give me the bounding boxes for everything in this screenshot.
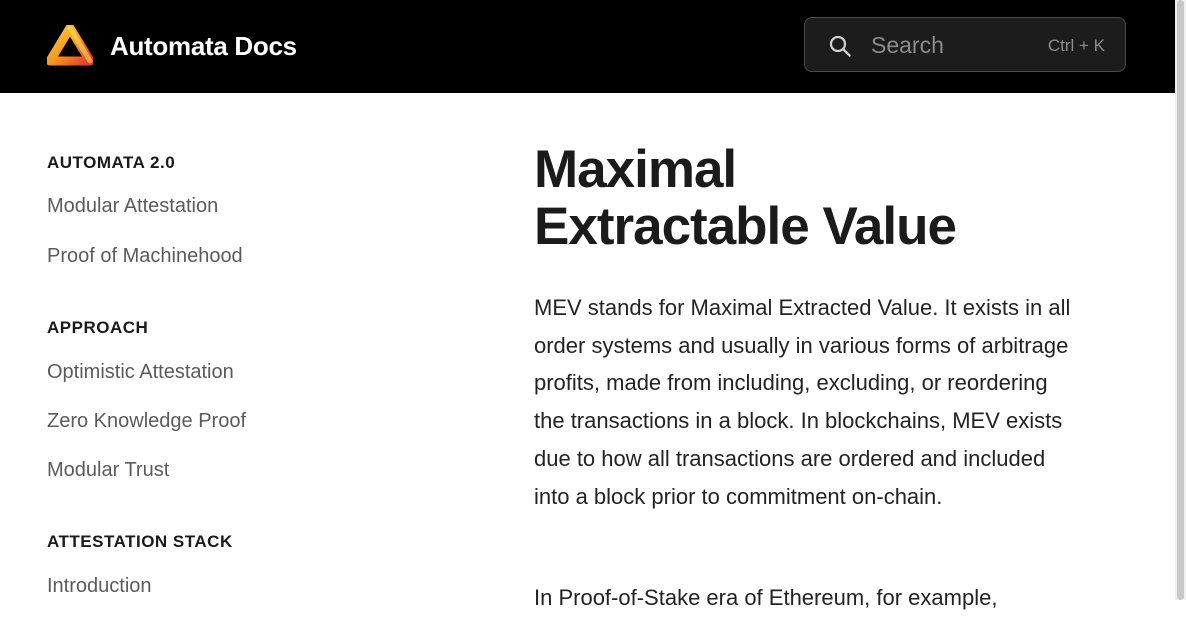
article-paragraph: In Proof-of-Stake era of Ethereum, for e… xyxy=(534,585,998,610)
section-title-automata-2: AUTOMATA 2.0 xyxy=(47,153,176,172)
page-title-line-1: Maximal xyxy=(534,140,737,199)
scrollbar-thumb[interactable] xyxy=(1177,0,1184,600)
search-icon xyxy=(829,35,851,57)
section-title-approach: APPROACH xyxy=(47,318,149,337)
sidebar-item-modular-attestation[interactable]: Modular Attestation xyxy=(47,194,218,218)
sidebar-item-proof-of-machinehood[interactable]: Proof of Machinehood xyxy=(47,244,243,268)
search-box[interactable]: Search Ctrl + K xyxy=(804,17,1126,72)
section-title-attestation-stack: ATTESTATION STACK xyxy=(47,532,233,551)
top-navbar: Automata Docs Search Ctrl + K xyxy=(0,0,1175,93)
sidebar-item-modular-trust[interactable]: Modular Trust xyxy=(47,458,169,482)
page-title-line-2: Extractable Value xyxy=(534,197,957,256)
sidebar-item-introduction[interactable]: Introduction xyxy=(47,574,152,598)
search-shortcut-hint: Ctrl + K xyxy=(1047,36,1105,55)
automata-logo-icon[interactable] xyxy=(47,25,93,67)
sidebar-item-optimistic-attestation[interactable]: Optimistic Attestation xyxy=(47,360,234,384)
page-title: Maximal Extractable Value xyxy=(534,141,1094,255)
search-placeholder: Search xyxy=(871,32,944,58)
sidebar-item-zero-knowledge-proof[interactable]: Zero Knowledge Proof xyxy=(47,409,246,433)
article-paragraph: MEV stands for Maximal Extracted Value. … xyxy=(534,295,1071,509)
site-title[interactable]: Automata Docs xyxy=(110,30,297,62)
